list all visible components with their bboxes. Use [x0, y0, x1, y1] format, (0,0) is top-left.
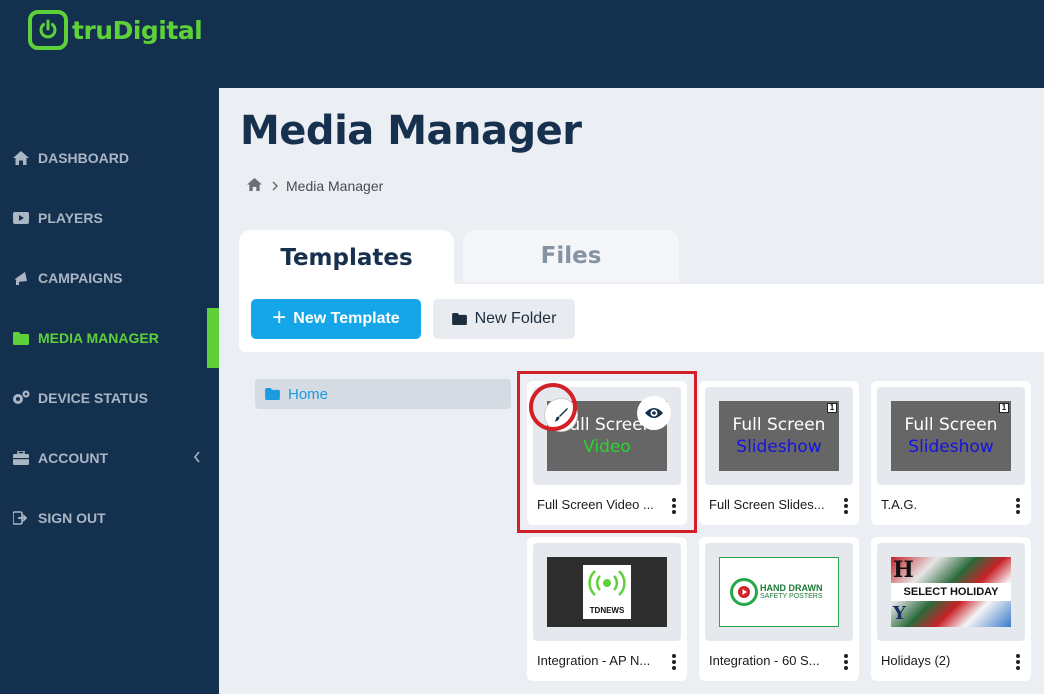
sidebar-item-label: ACCOUNT [38, 450, 108, 466]
template-name: T.A.G. [881, 497, 918, 512]
tab-templates[interactable]: Templates [239, 230, 454, 285]
thumbnail-title: HAND DRAWN [760, 583, 823, 593]
thumbnail-frame: Full Screen Slideshow 1 [877, 387, 1025, 485]
sidebar-item-campaigns[interactable]: CAMPAIGNS [0, 248, 219, 308]
sidebar-item-media-manager[interactable]: MEDIA MANAGER [0, 308, 219, 368]
folder-icon [265, 388, 280, 400]
tdnews-logo: TDNEWS [583, 565, 631, 619]
home-icon [12, 149, 30, 167]
gears-icon [12, 389, 30, 407]
template-name: Integration - AP N... [537, 653, 651, 668]
thumbnail-title: SELECT HOLIDAY [891, 583, 1011, 601]
more-options-icon[interactable] [669, 652, 679, 672]
template-card[interactable]: H SELECT HOLIDAY Y Holidays (2) [871, 537, 1031, 681]
template-name: Holidays (2) [881, 653, 951, 668]
more-options-icon[interactable] [1013, 652, 1023, 672]
new-folder-label: New Folder [474, 310, 557, 327]
home-icon[interactable] [247, 178, 262, 194]
main-content: Media Manager Media Manager Templates Fi… [219, 88, 1044, 694]
more-options-icon[interactable] [841, 652, 851, 672]
thumbnail-frame: TDNEWS [533, 543, 681, 641]
more-options-icon[interactable] [841, 496, 851, 516]
folder-tree-home[interactable]: Home [255, 379, 511, 409]
sidebar-item-label: MEDIA MANAGER [38, 330, 159, 346]
template-card[interactable]: HAND DRAWN SAFETY POSTERS Integration - … [699, 537, 859, 681]
trudigital-logo[interactable]: truDigital [28, 10, 203, 50]
template-card[interactable]: Full Screen Slideshow 1 T.A.G. [871, 381, 1031, 525]
sidebar-item-label: DEVICE STATUS [38, 390, 148, 406]
play-icon [730, 578, 758, 606]
megaphone-icon [12, 269, 30, 287]
highlight-box [517, 371, 697, 533]
new-folder-button[interactable]: New Folder [433, 299, 575, 339]
sidebar-item-players[interactable]: PLAYERS [0, 188, 219, 248]
sidebar-item-account[interactable]: ACCOUNT [0, 428, 219, 488]
sidebar: DASHBOARD PLAYERS CAMPAIGNS MEDIA MANAGE… [0, 88, 219, 694]
folder-icon [451, 313, 467, 325]
template-name: Integration - 60 S... [709, 653, 820, 668]
more-options-icon[interactable] [1013, 496, 1023, 516]
thumbnail-frame: Full Screen Slideshow 1 [705, 387, 853, 485]
logo-text: truDigital [72, 15, 203, 45]
thumbnail-letter: H [893, 557, 914, 583]
template-thumbnail: TDNEWS [547, 557, 667, 627]
toolbar: + New Template New Folder T [239, 284, 1044, 352]
top-header: truDigital [0, 0, 1044, 88]
new-template-button[interactable]: + New Template [251, 299, 421, 339]
thumbnail-title: Full Screen [732, 415, 826, 435]
template-thumbnail: Full Screen Slideshow 1 [719, 401, 839, 471]
template-thumbnail: H SELECT HOLIDAY Y [891, 557, 1011, 627]
thumbnail-subtitle: Slideshow [908, 437, 994, 457]
new-template-label: New Template [293, 310, 400, 327]
chevron-left-icon[interactable] [193, 450, 201, 466]
power-icon [28, 10, 68, 50]
breadcrumb-current: Media Manager [286, 178, 384, 194]
thumbnail-title: Full Screen [904, 415, 998, 435]
sign-out-icon [12, 509, 30, 527]
thumbnail-subtitle: Slideshow [736, 437, 822, 457]
sidebar-item-sign-out[interactable]: SIGN OUT [0, 488, 219, 548]
template-name: Full Screen Slides... [709, 497, 825, 512]
thumbnail-subtitle: SAFETY POSTERS [760, 593, 823, 600]
tab-files[interactable]: Files [463, 230, 679, 282]
count-badge: 1 [999, 403, 1009, 413]
tdnews-label: TDNEWS [589, 606, 625, 615]
template-thumbnail: HAND DRAWN SAFETY POSTERS [719, 557, 839, 627]
breadcrumb: Media Manager [247, 178, 383, 194]
template-card[interactable]: Full Screen Slideshow 1 Full Screen Slid… [699, 381, 859, 525]
folder-icon [12, 329, 30, 347]
sidebar-item-label: DASHBOARD [38, 150, 129, 166]
sidebar-item-label: SIGN OUT [38, 510, 106, 526]
chevron-right-icon [272, 179, 278, 194]
thumbnail-frame: H SELECT HOLIDAY Y [877, 543, 1025, 641]
sidebar-item-label: PLAYERS [38, 210, 103, 226]
thumbnail-frame: HAND DRAWN SAFETY POSTERS [705, 543, 853, 641]
sidebar-item-device-status[interactable]: DEVICE STATUS [0, 368, 219, 428]
play-icon [12, 209, 30, 227]
template-card[interactable]: TDNEWS Integration - AP N... [527, 537, 687, 681]
sidebar-item-label: CAMPAIGNS [38, 270, 123, 286]
folder-home-label: Home [288, 385, 329, 403]
thumbnail-letter: Y [893, 603, 906, 624]
sidebar-item-dashboard[interactable]: DASHBOARD [0, 128, 219, 188]
count-badge: 1 [827, 403, 837, 413]
briefcase-icon [12, 449, 30, 467]
page-title: Media Manager [240, 108, 582, 154]
template-thumbnail: Full Screen Slideshow 1 [891, 401, 1011, 471]
broadcast-icon [588, 570, 626, 596]
plus-icon: + [272, 304, 287, 331]
